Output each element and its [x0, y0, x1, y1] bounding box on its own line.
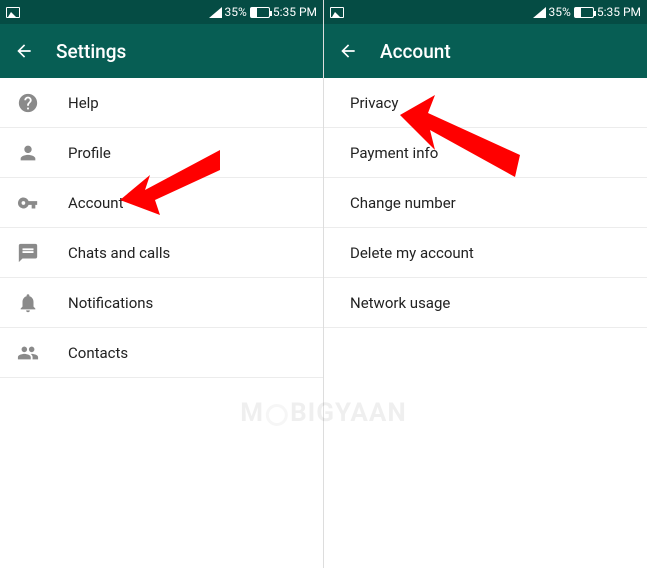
list-item-notifications[interactable]: Notifications — [0, 278, 323, 328]
screen-account: 35% 5:35 PM Account Privacy Payment info… — [324, 0, 647, 568]
back-icon[interactable] — [338, 41, 358, 61]
list-item-label: Change number — [350, 194, 456, 212]
bell-icon — [16, 291, 40, 315]
picture-icon — [6, 7, 20, 18]
list-item-label: Privacy — [350, 94, 398, 112]
page-title: Account — [380, 40, 451, 63]
battery-icon — [574, 7, 594, 18]
list-item-label: Network usage — [350, 294, 450, 312]
list-item-help[interactable]: Help — [0, 78, 323, 128]
list-item-label: Payment info — [350, 144, 438, 162]
settings-list: Help Profile Account Chats and calls Not… — [0, 78, 323, 378]
app-bar: Settings — [0, 24, 323, 78]
help-icon — [16, 91, 40, 115]
status-bar: 35% 5:35 PM — [324, 0, 647, 24]
list-item-chats[interactable]: Chats and calls — [0, 228, 323, 278]
signal-icon — [209, 7, 222, 18]
status-time: 5:35 PM — [273, 5, 317, 19]
battery-icon — [250, 7, 270, 18]
list-item-label: Notifications — [68, 294, 153, 312]
status-time: 5:35 PM — [597, 5, 641, 19]
list-item-account[interactable]: Account — [0, 178, 323, 228]
app-bar: Account — [324, 24, 647, 78]
list-item-payment[interactable]: Payment info — [324, 128, 647, 178]
list-item-delete-account[interactable]: Delete my account — [324, 228, 647, 278]
list-item-label: Profile — [68, 144, 111, 162]
list-item-privacy[interactable]: Privacy — [324, 78, 647, 128]
signal-icon — [533, 7, 546, 18]
list-item-change-number[interactable]: Change number — [324, 178, 647, 228]
back-icon[interactable] — [14, 41, 34, 61]
list-item-label: Delete my account — [350, 244, 474, 262]
battery-percent: 35% — [225, 5, 247, 19]
list-item-label: Help — [68, 94, 99, 112]
status-bar: 35% 5:35 PM — [0, 0, 323, 24]
chat-icon — [16, 241, 40, 265]
profile-icon — [16, 141, 40, 165]
battery-percent: 35% — [549, 5, 571, 19]
list-item-contacts[interactable]: Contacts — [0, 328, 323, 378]
list-item-profile[interactable]: Profile — [0, 128, 323, 178]
list-item-label: Chats and calls — [68, 244, 170, 262]
list-item-network-usage[interactable]: Network usage — [324, 278, 647, 328]
picture-icon — [330, 7, 344, 18]
key-icon — [16, 191, 40, 215]
list-item-label: Contacts — [68, 344, 128, 362]
list-item-label: Account — [68, 194, 124, 212]
screen-settings: 35% 5:35 PM Settings Help Profile Accoun… — [0, 0, 324, 568]
account-list: Privacy Payment info Change number Delet… — [324, 78, 647, 328]
contacts-icon — [16, 341, 40, 365]
page-title: Settings — [56, 40, 126, 63]
